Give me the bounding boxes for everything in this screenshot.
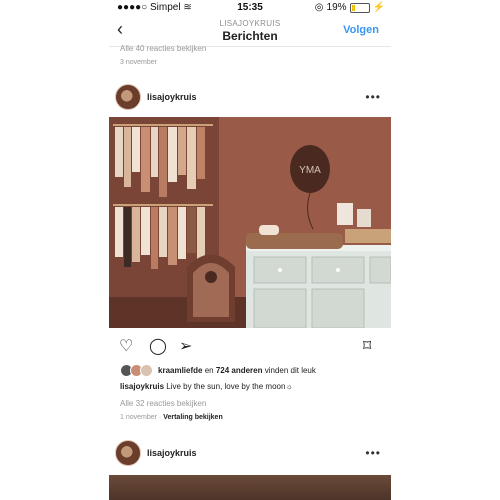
post-date: 1 november	[120, 414, 157, 421]
post-caption: lisajoykruis Live by the sun, love by th…	[120, 382, 390, 391]
likes-count[interactable]: 724 anderen	[216, 366, 263, 375]
heart-icon[interactable]: ♡	[119, 336, 133, 356]
nursery-photo: YMA	[109, 117, 391, 328]
liker-name[interactable]: kraamliefde	[158, 366, 202, 375]
avatar[interactable]	[115, 84, 141, 110]
phone-screen: ●●●●○ Simpel ≋ 15:35 ◎ 19% ⚡ ‹ LISAJOYKR…	[109, 0, 391, 500]
status-bar: ●●●●○ Simpel ≋ 15:35 ◎ 19% ⚡	[109, 0, 391, 14]
post-photo[interactable]: YMA	[109, 117, 391, 328]
caption-text: Live by the sun, love by the moon☼	[164, 382, 293, 391]
charging-icon: ⚡	[372, 2, 385, 13]
likes-text: kraamliefde en 724 anderen vinden dit le…	[158, 365, 316, 375]
comment-icon[interactable]: ◯	[149, 336, 167, 356]
follow-button[interactable]: Volgen	[343, 24, 379, 36]
post-header: lisajoykruis •••	[109, 84, 391, 112]
view-comments-link[interactable]: Alle 32 reacties bekijken	[120, 399, 206, 408]
post-photo[interactable]	[109, 475, 391, 500]
share-icon[interactable]: ➢	[179, 336, 192, 356]
post-header: lisajoykruis •••	[109, 440, 391, 468]
battery-status: ◎ 19% ⚡	[315, 2, 385, 13]
nav-bar: ‹ LISAJOYKRUIS Berichten Volgen	[109, 14, 391, 47]
more-icon[interactable]: •••	[365, 446, 381, 460]
post-actions: ♡ ◯ ➢ ⌑	[109, 334, 391, 358]
translate-link[interactable]: Vertaling bekijken	[163, 414, 223, 421]
bookmark-icon[interactable]: ⌑	[363, 336, 371, 356]
battery-icon	[349, 2, 370, 13]
caption-username[interactable]: lisajoykruis	[120, 382, 164, 391]
post-username[interactable]: lisajoykruis	[147, 92, 197, 102]
likes-row[interactable]: kraamliefde en 724 anderen vinden dit le…	[120, 363, 316, 377]
avatar[interactable]	[115, 440, 141, 466]
post-username[interactable]: lisajoykruis	[147, 448, 197, 458]
battery-percent: 19%	[326, 2, 347, 13]
avatar	[140, 363, 153, 377]
more-icon[interactable]: •••	[365, 90, 381, 104]
location-icon: ◎	[314, 2, 324, 13]
balloon-text: YMA	[299, 165, 321, 176]
post-date-line: 1 november · Vertaling bekijken	[120, 414, 223, 421]
liker-avatars	[120, 363, 153, 377]
previous-comments-link[interactable]: Alle 40 reacties bekijken	[120, 44, 206, 53]
previous-post-date: 3 november	[120, 59, 157, 66]
